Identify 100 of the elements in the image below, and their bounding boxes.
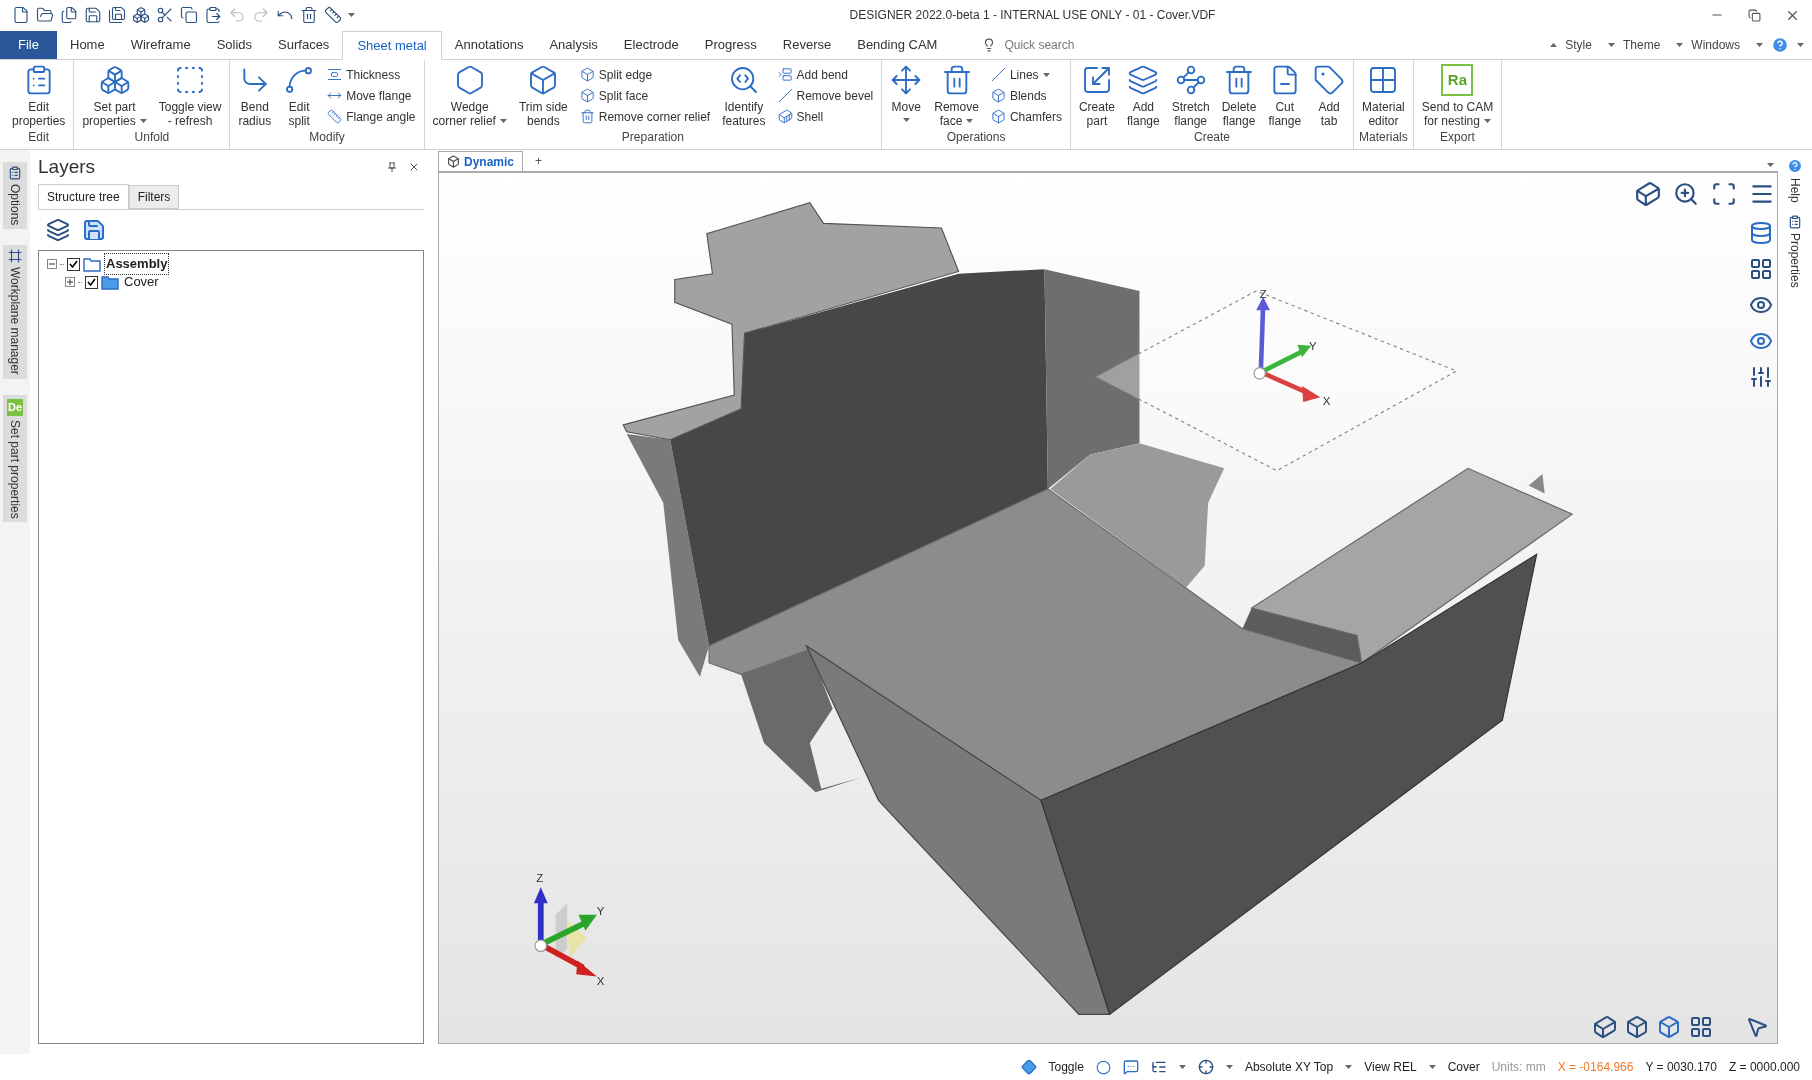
ribbon-button[interactable]: Remove face	[930, 60, 983, 128]
ribbon-button[interactable]: Cut flange	[1264, 60, 1306, 128]
ribbon-button[interactable]: Lines	[986, 64, 1066, 85]
ribbon-button[interactable]: Add tab	[1309, 60, 1350, 128]
folder-icon[interactable]	[36, 6, 54, 24]
ribbon-button[interactable]: Remove corner relief	[575, 106, 715, 127]
ribbon-button[interactable]: Blends	[986, 85, 1066, 106]
panel-tab[interactable]: Filters	[128, 185, 180, 209]
expand-toggle[interactable]	[65, 277, 75, 287]
crosshair-icon[interactable]	[1197, 1059, 1214, 1075]
tree-item[interactable]: Assembly	[104, 253, 170, 275]
cylinder-icon[interactable]	[1749, 221, 1773, 245]
ribbon-button[interactable]: Trim side bends	[514, 60, 572, 128]
ruler-icon[interactable]	[324, 6, 342, 24]
ribbon-button[interactable]: Toggle view - refresh	[154, 60, 226, 128]
tree-checkbox[interactable]	[85, 275, 98, 289]
ribbon-button[interactable]: Edit split	[279, 60, 320, 128]
fit-view-icon[interactable]	[1711, 181, 1737, 207]
files-icon[interactable]	[60, 6, 78, 24]
cube-icon[interactable]	[1657, 1015, 1681, 1039]
save-icon[interactable]	[82, 218, 106, 242]
ribbon-tab[interactable]: Progress	[691, 31, 770, 59]
ribbon-tab[interactable]: Home	[57, 31, 118, 59]
ribbon-button[interactable]: Flange angle	[323, 106, 420, 127]
side-tab[interactable]: Options	[3, 162, 27, 230]
ribbon-button[interactable]: Bend radius	[234, 60, 276, 128]
layers-icon[interactable]	[46, 218, 70, 242]
ribbon-button[interactable]: Add bend	[773, 64, 878, 85]
ribbon-button[interactable]: Identify features	[718, 60, 770, 128]
file-menu[interactable]: File	[0, 31, 57, 59]
side-tab[interactable]: De Set part properties	[3, 395, 27, 523]
ribbon-tab[interactable]: Annotations	[441, 31, 537, 59]
clipboard-icon[interactable]	[204, 6, 222, 24]
save-icon[interactable]	[84, 6, 102, 24]
ribbon-button[interactable]: Set part properties	[78, 60, 151, 128]
scissors-icon[interactable]	[156, 6, 174, 24]
sliders-icon[interactable]	[1749, 365, 1773, 389]
ribbon-button[interactable]: Wedge corner relief	[428, 60, 511, 128]
menu-button[interactable]: Theme	[1622, 36, 1669, 54]
layer-label: Cover	[1447, 1059, 1480, 1076]
grid-icon[interactable]	[1749, 257, 1773, 281]
cube-icon[interactable]	[1635, 181, 1661, 207]
ribbon-button[interactable]: Create part	[1074, 60, 1119, 128]
ribbon-button[interactable]: Move flange	[323, 85, 420, 106]
ribbon-tab[interactable]: Analysis	[536, 31, 611, 59]
cubes-icon[interactable]	[132, 6, 150, 24]
search-field[interactable]: Quick search	[1004, 36, 1205, 54]
pin-icon[interactable]	[388, 162, 396, 172]
ribbon-button[interactable]: Add flange	[1122, 60, 1164, 128]
cube-icon[interactable]	[1625, 1015, 1649, 1039]
close-icon[interactable]	[408, 161, 420, 173]
panel-tab[interactable]: Structure tree	[38, 184, 129, 210]
view-tab[interactable]: Dynamic	[438, 151, 524, 171]
cube-icon[interactable]	[1593, 1015, 1617, 1039]
ribbon-button[interactable]: Material editor	[1358, 60, 1409, 128]
cube-icon	[990, 88, 1006, 103]
dropdown-button[interactable]: View REL	[1364, 1058, 1417, 1076]
ribbon-button[interactable]: Stretch flange	[1167, 60, 1214, 128]
3d-viewport[interactable]: Z Y X Z Y X	[438, 172, 1778, 1044]
caret-icon	[1756, 43, 1763, 47]
plus-icon	[67, 279, 73, 285]
restore-icon[interactable]	[1748, 8, 1761, 22]
ribbon-button[interactable]: Shell	[773, 106, 878, 127]
menu-button[interactable]: Windows	[1691, 36, 1748, 54]
tree-icon[interactable]	[1150, 1059, 1167, 1075]
ribbon-tab[interactable]: Solids	[203, 31, 266, 59]
save-icon[interactable]	[108, 6, 126, 24]
ribbon-button[interactable]: Split edge	[575, 64, 715, 85]
side-tab[interactable]: Help	[1786, 158, 1804, 203]
ribbon-button[interactable]: Edit properties	[8, 60, 70, 128]
ribbon-button[interactable]: Remove bevel	[773, 85, 878, 106]
pointer-icon[interactable]	[1745, 1015, 1769, 1039]
dropdown-button[interactable]: Absolute XY Top	[1244, 1058, 1334, 1076]
toggle-button[interactable]: Toggle	[1048, 1058, 1084, 1076]
diamond-icon[interactable]	[1020, 1059, 1037, 1075]
side-tab[interactable]: Workplane manager	[3, 245, 27, 380]
side-tab[interactable]: Properties	[1786, 214, 1804, 288]
collapse-toggle[interactable]	[47, 259, 57, 269]
add-tab-button[interactable]: +	[527, 151, 551, 171]
ribbon-tab[interactable]: Wireframe	[117, 31, 204, 59]
ribbon-button[interactable]: Split face	[575, 85, 715, 106]
ribbon-tab[interactable]: Bending CAM	[844, 31, 951, 59]
trash-icon[interactable]	[300, 6, 318, 24]
file-icon[interactable]	[12, 6, 30, 24]
ribbon-button[interactable]: Ra Send to CAM for nesting	[1417, 60, 1498, 128]
circle-icon[interactable]	[1095, 1059, 1111, 1075]
ribbon-button[interactable]: Move	[886, 60, 927, 122]
ribbon-tab[interactable]: Surfaces	[265, 31, 343, 59]
ribbon-button[interactable]: Delete flange	[1217, 60, 1261, 128]
tree-checkbox[interactable]	[67, 257, 80, 271]
ribbon-tab[interactable]: Reverse	[769, 31, 845, 59]
ribbon-tab[interactable]: Electrode	[610, 31, 692, 59]
grid-icon[interactable]	[1689, 1015, 1713, 1039]
caret-icon	[1550, 43, 1558, 47]
copy-icon[interactable]	[180, 6, 198, 24]
ribbon-tab[interactable]: Sheet metal	[342, 31, 442, 60]
ribbon-button[interactable]: Chamfers	[986, 106, 1066, 127]
menu-button[interactable]: Style	[1565, 36, 1600, 54]
ribbon-button[interactable]: Thickness	[323, 64, 420, 85]
zoom-icon[interactable]	[1673, 181, 1699, 207]
